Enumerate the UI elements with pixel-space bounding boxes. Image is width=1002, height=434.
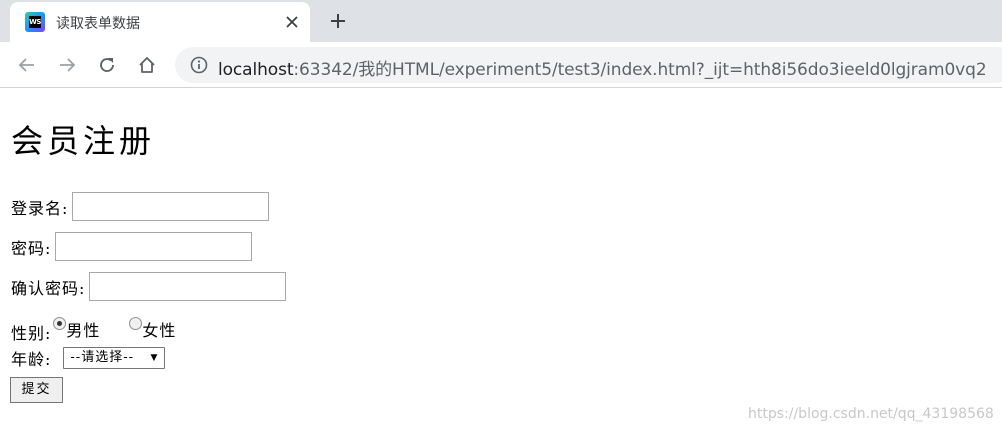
watermark: https://blog.csdn.net/qq_43198568 [748,406,994,422]
confirm-password-input[interactable] [89,272,287,301]
arrow-left-icon[interactable] [14,52,40,78]
submit-button[interactable]: 提交 [10,377,63,403]
address-bar[interactable]: localhost:63342/我的HTML/experiment5/test3… [175,47,1002,83]
browser-tab[interactable]: WS 读取表单数据 [10,2,310,42]
password-row: 密码: [11,232,253,261]
age-select-value: --请选择-- [70,350,134,365]
plus-icon[interactable] [325,8,351,34]
login-input[interactable] [72,192,270,221]
url-path: :63342/我的HTML/experiment5/test3/index.ht… [293,60,987,80]
password-input[interactable] [55,232,253,261]
age-row: 年龄: --请选择-- ▼ [11,346,166,370]
close-icon[interactable] [280,10,304,34]
confirm-password-row: 确认密码: [11,272,287,301]
favicon-label: WS [29,16,41,28]
url-text[interactable]: localhost:63342/我的HTML/experiment5/test3… [218,55,987,80]
gender-label: 性别: [11,323,52,343]
url-host: localhost [218,60,294,80]
password-label: 密码: [11,238,52,258]
tab-strip: WS 读取表单数据 [0,0,1002,42]
tab-title: 读取表单数据 [56,16,140,32]
login-row: 登录名: [11,192,270,221]
gender-male-label: 男性 [66,321,101,340]
home-icon[interactable] [134,52,160,78]
page-title: 会员注册 [11,122,156,160]
age-label: 年龄: [11,350,52,369]
login-label: 登录名: [11,198,69,218]
age-select[interactable]: --请选择-- ▼ [63,347,166,369]
info-icon[interactable] [190,56,208,74]
webstorm-icon: WS [25,12,45,32]
gender-female-label: 女性 [142,321,177,340]
gender-female-radio[interactable] [129,317,143,330]
dropdown-arrow-icon: ▼ [150,353,159,363]
browser-toolbar: localhost:63342/我的HTML/experiment5/test3… [0,42,1002,88]
arrow-right-icon[interactable] [54,52,80,78]
confirm-password-label: 确认密码: [11,278,86,298]
page-content: 会员注册 登录名: 密码: 确认密码: 性别: 男性 女性 年龄: --请选择-- ▼ … [0,88,1002,434]
gender-male-radio[interactable] [53,317,67,330]
gender-row: 性别: 男性 女性 [11,317,176,344]
reload-icon[interactable] [94,52,120,78]
